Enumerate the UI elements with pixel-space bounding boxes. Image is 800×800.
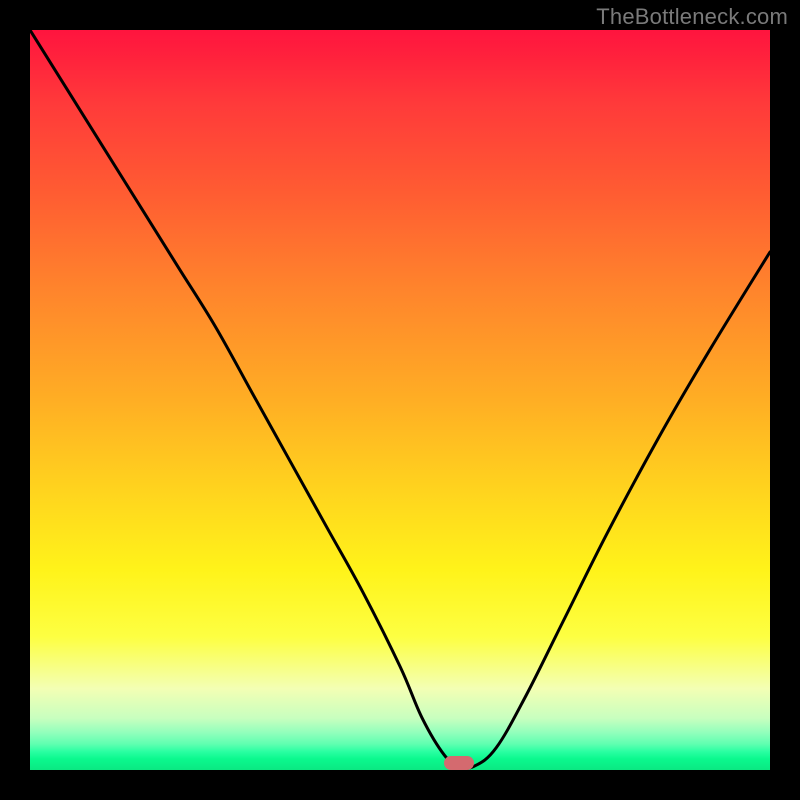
chart-frame: TheBottleneck.com [0,0,800,800]
curve-path [30,30,770,768]
bottleneck-curve [30,30,770,770]
optimal-marker [444,756,474,770]
plot-area [30,30,770,770]
watermark-text: TheBottleneck.com [596,4,788,30]
